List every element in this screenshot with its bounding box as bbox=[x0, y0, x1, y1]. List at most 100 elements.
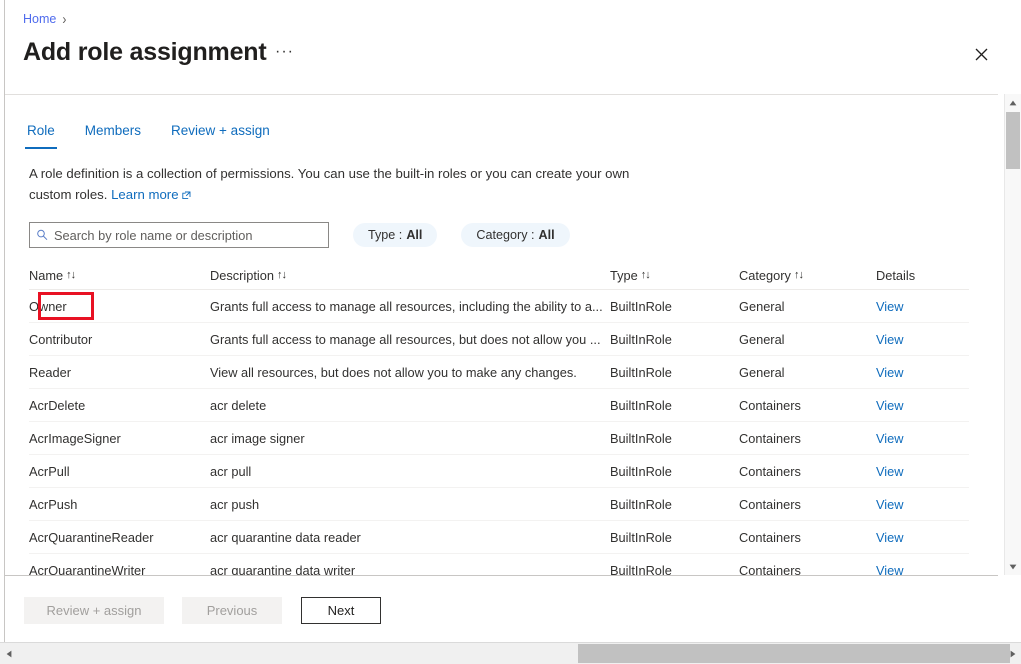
cell-details: View bbox=[876, 398, 966, 413]
tab-members-label: Members bbox=[84, 123, 142, 138]
filter-pill-type-label: Type : bbox=[368, 228, 403, 242]
cell-description: acr push bbox=[210, 496, 260, 512]
cell-name: AcrQuarantineReader bbox=[29, 529, 154, 545]
tab-review-assign-label: Review + assign bbox=[171, 123, 270, 138]
sort-icon: ↑↓ bbox=[277, 269, 287, 281]
filter-pill-category-value: All bbox=[538, 228, 555, 242]
roles-table: Name ↑↓ Description ↑↓ Type ↑↓ Category … bbox=[29, 261, 969, 575]
search-input[interactable] bbox=[54, 227, 322, 243]
table-header-row: Name ↑↓ Description ↑↓ Type ↑↓ Category … bbox=[29, 261, 969, 290]
cell-type: BuiltInRole bbox=[610, 397, 672, 413]
next-button[interactable]: Next bbox=[301, 597, 381, 624]
sort-icon: ↑↓ bbox=[793, 269, 804, 281]
column-header-category[interactable]: Category ↑↓ bbox=[739, 268, 876, 283]
view-details-link[interactable]: View bbox=[876, 299, 904, 314]
view-details-link[interactable]: View bbox=[876, 365, 904, 380]
column-header-type[interactable]: Type ↑↓ bbox=[610, 268, 739, 283]
cell-details: View bbox=[876, 530, 966, 545]
vertical-scrollbar[interactable] bbox=[1004, 94, 1021, 575]
table-row[interactable]: Contributor Grants full access to manage … bbox=[29, 323, 969, 356]
column-header-description[interactable]: Description ↑↓ bbox=[210, 268, 610, 283]
breadcrumb-item-home[interactable]: Home bbox=[23, 11, 56, 27]
filter-pill-type-value: All bbox=[406, 228, 423, 242]
learn-more-label: Learn more bbox=[111, 187, 179, 202]
cell-category: General bbox=[739, 331, 785, 347]
column-header-name-label: Name bbox=[29, 267, 64, 283]
table-row[interactable]: AcrDelete acr delete BuiltInRole Containers… bbox=[29, 389, 969, 422]
cell-type: BuiltInRole bbox=[610, 298, 672, 314]
column-header-type-label: Type bbox=[610, 267, 638, 283]
cell-name: AcrDelete bbox=[29, 397, 86, 413]
page-title: Add role assignment bbox=[23, 38, 267, 66]
tab-members[interactable]: Members bbox=[81, 119, 145, 149]
tab-role-label: Role bbox=[27, 123, 55, 138]
cell-description: acr delete bbox=[210, 397, 267, 413]
table-row[interactable]: AcrPush acr push BuiltInRole Containers View bbox=[29, 488, 969, 521]
cell-description: Grants full access to manage all resourc… bbox=[210, 331, 601, 347]
table-row[interactable]: AcrImageSigner acr image signer BuiltInRol… bbox=[29, 422, 969, 455]
cell-name: AcrPull bbox=[29, 463, 70, 479]
wizard-tabs: Role Members Review + assign bbox=[23, 119, 274, 149]
view-details-link[interactable]: View bbox=[876, 563, 904, 576]
close-button[interactable] bbox=[968, 41, 994, 67]
previous-button[interactable]: Previous bbox=[182, 597, 282, 624]
scroll-up-icon[interactable] bbox=[1005, 94, 1021, 111]
cell-category: Containers bbox=[739, 463, 801, 479]
cell-category: General bbox=[739, 364, 785, 380]
cell-category: Containers bbox=[739, 430, 801, 446]
cell-description: acr pull bbox=[210, 463, 252, 479]
search-box[interactable] bbox=[29, 222, 329, 248]
scroll-right-icon[interactable] bbox=[1004, 643, 1021, 664]
view-details-link[interactable]: View bbox=[876, 497, 904, 512]
cell-type: BuiltInRole bbox=[610, 529, 672, 545]
table-row[interactable]: Owner Grants full access to manage all re… bbox=[29, 290, 969, 323]
cell-type: BuiltInRole bbox=[610, 463, 672, 479]
cell-details: View bbox=[876, 365, 966, 380]
description-text: A role definition is a collection of per… bbox=[29, 163, 639, 206]
scroll-left-icon[interactable] bbox=[0, 643, 17, 664]
view-details-link[interactable]: View bbox=[876, 431, 904, 446]
review-assign-label: Review + assign bbox=[46, 603, 142, 618]
view-details-link[interactable]: View bbox=[876, 332, 904, 347]
cell-type: BuiltInRole bbox=[610, 430, 672, 446]
close-icon bbox=[975, 48, 987, 60]
table-row[interactable]: AcrPull acr pull BuiltInRole Containers View bbox=[29, 455, 969, 488]
more-options-icon[interactable]: ··· bbox=[275, 44, 294, 60]
breadcrumb-separator-icon: › bbox=[62, 10, 67, 28]
cell-name: AcrQuarantineWriter bbox=[29, 562, 146, 576]
cell-type: BuiltInRole bbox=[610, 496, 672, 512]
cell-category: Containers bbox=[739, 529, 801, 545]
table-row[interactable]: AcrQuarantineWriter acr quarantine data w… bbox=[29, 554, 969, 576]
column-header-name[interactable]: Name ↑↓ bbox=[29, 268, 210, 283]
sort-icon: ↑↓ bbox=[640, 269, 651, 281]
learn-more-link[interactable]: Learn more bbox=[111, 187, 190, 202]
next-label: Next bbox=[327, 603, 355, 618]
cell-category: Containers bbox=[739, 397, 801, 413]
vertical-scrollbar-thumb[interactable] bbox=[1006, 112, 1020, 169]
cell-category: Containers bbox=[739, 562, 801, 576]
cell-details: View bbox=[876, 299, 966, 314]
column-header-category-label: Category bbox=[739, 267, 791, 283]
sort-icon: ↑↓ bbox=[66, 269, 76, 281]
view-details-link[interactable]: View bbox=[876, 530, 904, 545]
horizontal-scrollbar[interactable] bbox=[0, 642, 1021, 664]
review-assign-button[interactable]: Review + assign bbox=[24, 597, 164, 624]
filter-pill-category[interactable]: Category : All bbox=[461, 223, 570, 247]
cell-type: BuiltInRole bbox=[610, 562, 672, 576]
table-row[interactable]: AcrQuarantineReader acr quarantine data r… bbox=[29, 521, 969, 554]
tab-role[interactable]: Role bbox=[23, 119, 59, 149]
cell-type: BuiltInRole bbox=[610, 331, 672, 347]
cell-details: View bbox=[876, 563, 966, 576]
cell-description: acr quarantine data reader bbox=[210, 529, 361, 545]
view-details-link[interactable]: View bbox=[876, 464, 904, 479]
cell-name: Reader bbox=[29, 364, 71, 380]
scroll-down-icon[interactable] bbox=[1005, 558, 1021, 575]
filter-pill-type[interactable]: Type : All bbox=[353, 223, 438, 247]
column-header-details: Details bbox=[876, 268, 966, 283]
view-details-link[interactable]: View bbox=[876, 398, 904, 413]
table-row[interactable]: Reader View all resources, but does not a… bbox=[29, 356, 969, 389]
blade-panel: Home › Add role assignment ··· Role Memb… bbox=[4, 0, 1021, 664]
cell-name: AcrPush bbox=[29, 496, 78, 512]
tab-review-assign[interactable]: Review + assign bbox=[167, 119, 274, 149]
horizontal-scrollbar-thumb[interactable] bbox=[578, 644, 1010, 663]
